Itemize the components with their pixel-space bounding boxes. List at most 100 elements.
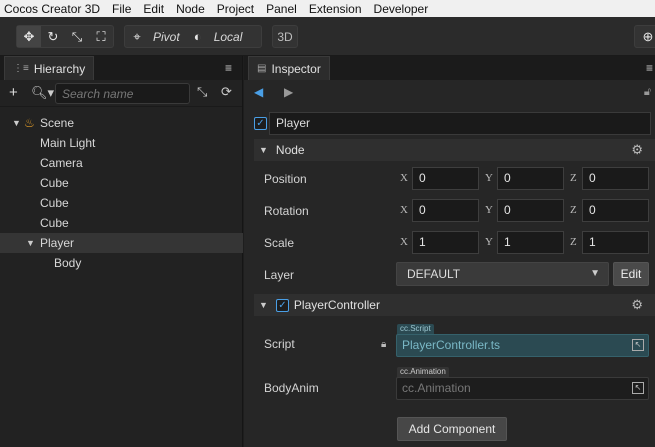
axis-x-label: X <box>400 172 408 184</box>
tree-node-scene[interactable]: ▼ ♨ Scene <box>0 113 243 133</box>
position-label: Position <box>264 172 307 186</box>
component-section-header[interactable]: ▼ ✓ PlayerController ⚙ <box>254 294 655 316</box>
globe-local-icon[interactable]: ◐ <box>186 26 210 47</box>
node-active-checkbox[interactable]: ✓ <box>254 117 267 130</box>
tree-node-label: Main Light <box>40 136 96 150</box>
move-icon[interactable]: ✥ <box>17 26 41 47</box>
rotate-icon[interactable]: ↻ <box>41 26 65 47</box>
asset-picker-icon[interactable]: ↖ <box>632 339 644 351</box>
tree-node-camera[interactable]: Camera <box>0 153 243 173</box>
expand-arrow-icon[interactable]: ▼ <box>12 113 21 133</box>
tab-inspector-label: Inspector <box>271 61 321 76</box>
tree-node-label: Cube <box>40 216 69 230</box>
inspector-menu-icon[interactable]: ≡ <box>646 61 653 75</box>
collapse-arrow-icon[interactable]: ▼ <box>259 145 268 155</box>
menu-node[interactable]: Node <box>170 2 211 16</box>
local-button[interactable]: Local <box>214 30 243 44</box>
position-z-input[interactable]: 0 <box>582 167 649 190</box>
menu-project[interactable]: Project <box>211 2 260 16</box>
mode-3d-button[interactable]: 3D <box>271 30 298 44</box>
rotation-x-input[interactable]: 0 <box>412 199 479 222</box>
rotation-label: Rotation <box>264 204 309 218</box>
tree-node-cube[interactable]: Cube <box>0 193 243 213</box>
hierarchy-panel: ⋮≡ Hierarchy ≡ + 🔍︎▾ ⤡ ⟳ ▼ ♨ Scene Main … <box>0 56 243 447</box>
axis-y-label: Y <box>485 172 493 184</box>
inspector-tabbar: ▤ Inspector ≡ <box>244 56 655 80</box>
lock-icon[interactable]: 🔓︎ <box>644 86 651 99</box>
scale-z-input[interactable]: 1 <box>582 231 649 254</box>
mode-3d-group: 3D <box>272 25 298 48</box>
collapse-all-icon[interactable]: ⤡ <box>197 84 207 100</box>
search-input[interactable] <box>55 83 190 104</box>
scale-icon[interactable]: ⤡ <box>65 26 89 47</box>
hierarchy-menu-icon[interactable]: ≡ <box>225 61 232 75</box>
tree-node-label: Body <box>54 256 82 270</box>
menu-bar: Cocos Creator 3D File Edit Node Project … <box>0 0 655 17</box>
add-node-icon[interactable]: + <box>9 84 18 101</box>
tree-node-label: Cube <box>40 176 69 190</box>
expand-arrow-icon[interactable]: ▼ <box>26 233 35 253</box>
layer-select-value: DEFAULT <box>407 267 461 281</box>
tree-node-cube[interactable]: Cube <box>0 213 243 233</box>
tree-node-main-light[interactable]: Main Light <box>0 133 243 153</box>
node-section-title: Node <box>275 143 305 157</box>
script-asset-field[interactable]: PlayerController.ts ↖ <box>396 334 649 357</box>
rect-icon[interactable]: ⛶ <box>89 26 113 47</box>
node-section-header[interactable]: ▼ Node ⚙ <box>254 139 655 161</box>
rotation-z-input[interactable]: 0 <box>582 199 649 222</box>
search-filter-icon[interactable]: 🔍︎▾ <box>31 85 54 101</box>
gear-icon[interactable]: ⚙ <box>631 142 643 158</box>
rotation-y-input[interactable]: 0 <box>497 199 564 222</box>
pivot-group: ⌖ Pivot ◐ Local <box>124 25 262 48</box>
hierarchy-icon: ⋮≡ <box>13 63 29 74</box>
menu-developer[interactable]: Developer <box>368 2 435 16</box>
script-asset-value: PlayerController.ts <box>402 338 501 352</box>
axis-z-label: Z <box>570 204 577 216</box>
scale-y-input[interactable]: 1 <box>497 231 564 254</box>
lock-icon: 🔒︎ <box>381 339 387 350</box>
axis-x-label: X <box>400 204 408 216</box>
axis-z-label: Z <box>570 236 577 248</box>
pivot-button[interactable]: Pivot <box>153 30 180 44</box>
refresh-icon[interactable]: ⟳ <box>221 84 232 100</box>
globe-group: ⊕ <box>634 25 655 48</box>
anim-type-tag: cc.Animation <box>397 367 449 377</box>
component-title: PlayerController <box>293 298 380 312</box>
tree-node-body[interactable]: Body <box>0 253 243 273</box>
position-y-input[interactable]: 0 <box>497 167 564 190</box>
collapse-arrow-icon[interactable]: ▼ <box>259 300 268 310</box>
inspector-nav: ◀ ▶ 🔓︎ <box>244 80 655 106</box>
menu-file[interactable]: File <box>106 2 137 16</box>
axis-y-label: Y <box>485 204 493 216</box>
pivot-icon[interactable]: ⌖ <box>125 26 149 47</box>
inspector-icon: ▤ <box>257 63 267 74</box>
gear-icon[interactable]: ⚙ <box>631 297 643 313</box>
tree-node-label: Camera <box>40 156 83 170</box>
body-anim-label: BodyAnim <box>264 381 319 395</box>
add-component-button[interactable]: Add Component <box>397 417 507 441</box>
axis-y-label: Y <box>485 236 493 248</box>
scale-x-input[interactable]: 1 <box>412 231 479 254</box>
script-label: Script <box>264 337 295 351</box>
position-x-input[interactable]: 0 <box>412 167 479 190</box>
tab-inspector[interactable]: ▤ Inspector <box>248 56 330 80</box>
node-name-field[interactable]: Player <box>269 112 651 135</box>
menu-extension[interactable]: Extension <box>303 2 368 16</box>
menu-panel[interactable]: Panel <box>260 2 303 16</box>
globe-icon[interactable]: ⊕ <box>636 26 655 47</box>
component-enabled-checkbox[interactable]: ✓ <box>275 298 289 312</box>
layer-select[interactable]: DEFAULT ▼ <box>396 262 609 286</box>
body-anim-field[interactable]: cc.Animation ↖ <box>396 377 649 400</box>
tab-hierarchy[interactable]: ⋮≡ Hierarchy <box>4 56 95 80</box>
axis-z-label: Z <box>570 172 577 184</box>
asset-picker-icon[interactable]: ↖ <box>632 382 644 394</box>
tree-node-player[interactable]: ▼ Player <box>0 233 243 253</box>
menu-edit[interactable]: Edit <box>137 2 170 16</box>
back-icon[interactable]: ◀ <box>254 85 263 99</box>
body-anim-value: cc.Animation <box>402 381 471 395</box>
toolbar: ✥ ↻ ⤡ ⛶ ⌖ Pivot ◐ Local 3D ⊕ <box>0 17 655 56</box>
edit-layer-button[interactable]: Edit <box>613 262 649 286</box>
forward-icon[interactable]: ▶ <box>284 85 293 99</box>
tab-hierarchy-label: Hierarchy <box>33 61 86 76</box>
tree-node-cube[interactable]: Cube <box>0 173 243 193</box>
